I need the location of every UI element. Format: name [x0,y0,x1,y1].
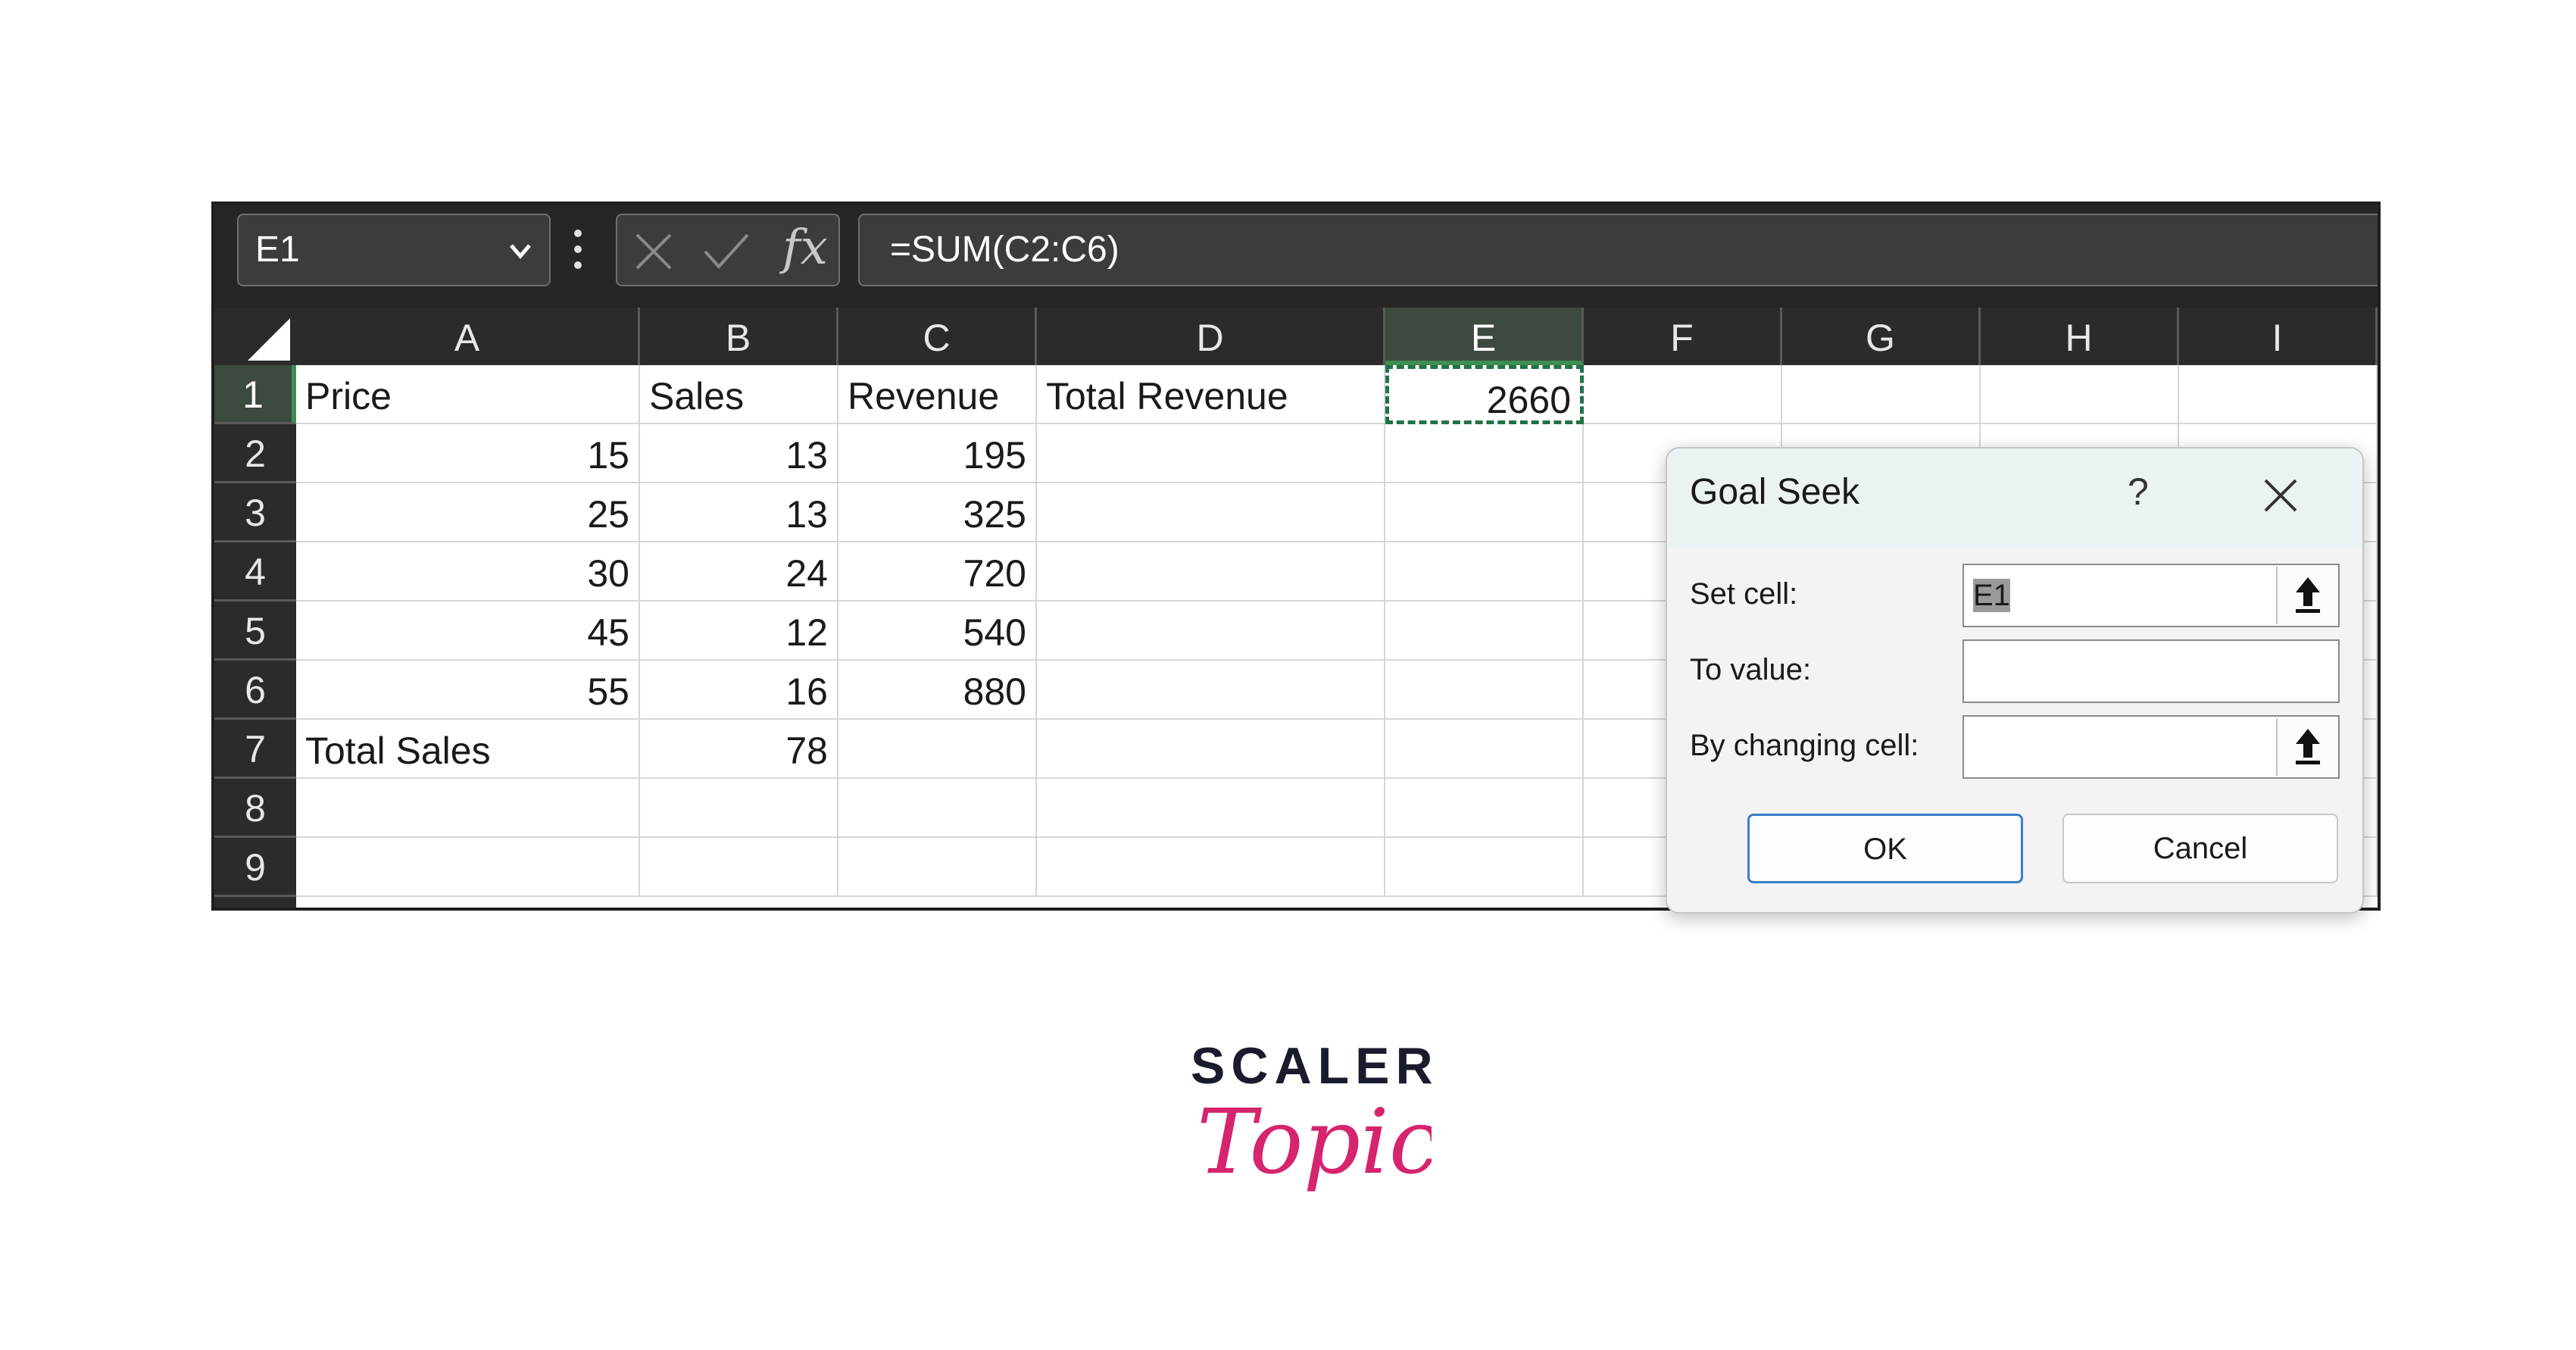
formula-bar: E1 fx =SUM(C2:C6) [214,205,2378,311]
cell-a2[interactable]: 15 [296,424,640,483]
select-all-icon [248,318,290,361]
column-header-a[interactable]: A [296,308,640,365]
goal-seek-dialog: Goal Seek ? Set cell: E1 To value: By ch… [1666,447,2364,914]
cell-d7[interactable] [1037,720,1385,779]
topics-logo: Topics [1197,1089,1432,1194]
cell-h1[interactable] [1981,365,2179,424]
cell-a4[interactable]: 30 [296,542,640,602]
row-header-6[interactable]: 6 [214,661,296,720]
cell-b7[interactable]: 78 [640,720,838,779]
cell-d8[interactable] [1037,779,1385,838]
dialog-title: Goal Seek [1690,472,1860,512]
cell-e7[interactable] [1385,720,1584,779]
cell-b9[interactable] [640,838,838,897]
cell-a3[interactable]: 25 [296,483,640,542]
cell-f1[interactable] [1584,365,1782,424]
cell-d4[interactable] [1037,542,1385,602]
cell-d2[interactable] [1037,424,1385,483]
cell-e6[interactable] [1385,661,1584,720]
more-options-icon[interactable] [570,223,585,276]
formula-controls: fx [616,214,840,286]
cell-e3[interactable] [1385,483,1584,542]
row-header-4[interactable]: 4 [214,542,296,602]
cell-e9[interactable] [1385,838,1584,897]
cell-e4[interactable] [1385,542,1584,602]
cancel-button[interactable]: Cancel [2062,814,2338,883]
cell-b3[interactable]: 13 [640,483,838,542]
to-value-label: To value: [1690,653,1812,686]
column-header-c[interactable]: C [838,308,1037,365]
cell-d1[interactable]: Total Revenue [1037,365,1385,424]
set-cell-label: Set cell: [1690,577,1798,611]
cell-g1[interactable] [1782,365,1981,424]
x-icon[interactable] [632,230,675,273]
topics-logo-text: Topics [1197,1089,1432,1194]
cell-c4[interactable]: 720 [838,542,1037,602]
collapse-dialog-icon [2296,577,2320,613]
name-box[interactable]: E1 [237,214,551,286]
cell-a7[interactable]: Total Sales [296,720,640,779]
dialog-title-bar: Goal Seek ? [1667,448,2362,547]
cell-d6[interactable] [1037,661,1385,720]
cell-c2[interactable]: 195 [838,424,1037,483]
cell-a1[interactable]: Price [296,365,640,424]
row-header-2[interactable]: 2 [214,424,296,483]
cell-c1[interactable]: Revenue [838,365,1037,424]
cell-e2[interactable] [1385,424,1584,483]
cell-d5[interactable] [1037,602,1385,661]
cell-a6[interactable]: 55 [296,661,640,720]
by-changing-cell-ref-button[interactable] [2276,718,2337,776]
cell-a8[interactable] [296,779,640,838]
cell-e8[interactable] [1385,779,1584,838]
cell-b8[interactable] [640,779,838,838]
by-changing-cell-input[interactable] [1962,715,2340,779]
cell-c7[interactable] [838,720,1037,779]
collapse-dialog-icon [2296,729,2320,764]
set-cell-value: E1 [1973,579,2010,612]
cell-c6[interactable]: 880 [838,661,1037,720]
cell-b6[interactable]: 16 [640,661,838,720]
row-header-8[interactable]: 8 [214,779,296,838]
column-header-g[interactable]: G [1782,308,1981,365]
column-header-i[interactable]: I [2179,308,2378,365]
fx-icon[interactable]: fx [782,220,828,276]
formula-input[interactable]: =SUM(C2:C6) [858,214,2378,286]
cell-e1[interactable]: 2660 [1385,365,1584,424]
name-box-value: E1 [255,230,300,270]
close-icon[interactable] [2262,477,2299,514]
row-header-3[interactable]: 3 [214,483,296,542]
row-header-9[interactable]: 9 [214,838,296,897]
column-header-h[interactable]: H [1981,308,2179,365]
set-cell-input[interactable]: E1 [1962,564,2340,627]
cell-c5[interactable]: 540 [838,602,1037,661]
cell-a5[interactable]: 45 [296,602,640,661]
to-value-input[interactable] [1962,639,2340,703]
help-button[interactable]: ? [2128,470,2149,514]
cell-b4[interactable]: 24 [640,542,838,602]
chevron-down-icon[interactable] [505,215,535,285]
cell-b1[interactable]: Sales [640,365,838,424]
column-header-e[interactable]: E [1385,308,1584,365]
cell-c8[interactable] [838,779,1037,838]
cell-i1[interactable] [2179,365,2378,424]
column-header-f[interactable]: F [1584,308,1782,365]
column-header-d[interactable]: D [1037,308,1385,365]
select-all-corner[interactable] [214,308,296,365]
ok-button[interactable]: OK [1747,814,2023,883]
column-header-b[interactable]: B [640,308,838,365]
cell-d9[interactable] [1037,838,1385,897]
row-header-7[interactable]: 7 [214,720,296,779]
cell-c9[interactable] [838,838,1037,897]
check-icon[interactable] [702,230,751,273]
cell-b2[interactable]: 13 [640,424,838,483]
cell-b5[interactable]: 12 [640,602,838,661]
cell-e5[interactable] [1385,602,1584,661]
cell-a9[interactable] [296,838,640,897]
row-header-1[interactable]: 1 [214,365,296,424]
by-changing-cell-label: By changing cell: [1690,729,1919,762]
cell-c3[interactable]: 325 [838,483,1037,542]
set-cell-ref-button[interactable] [2276,567,2337,624]
cell-d3[interactable] [1037,483,1385,542]
row-header-5[interactable]: 5 [214,602,296,661]
